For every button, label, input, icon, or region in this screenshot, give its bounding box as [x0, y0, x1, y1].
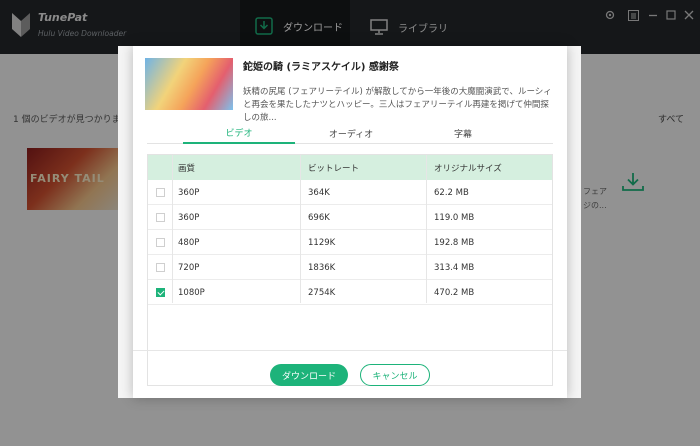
row-checkbox[interactable]	[156, 238, 165, 247]
row-size: 119.0 MB	[434, 212, 475, 223]
row-checkbox[interactable]	[156, 188, 165, 197]
header-size: オリジナルサイズ	[434, 163, 502, 174]
header-quality: 画質	[178, 163, 196, 174]
dialog-footer-divider	[133, 350, 567, 351]
row-checkbox[interactable]	[156, 263, 165, 272]
row-checkbox-checked[interactable]	[156, 288, 165, 297]
row-quality: 480P	[178, 237, 200, 248]
row-quality: 1080P	[178, 287, 205, 298]
row-quality: 360P	[178, 187, 200, 198]
column-divider	[300, 155, 301, 303]
episode-description: 妖精の尻尾 (フェアリーテイル) が解散してから一年後の大魔闘演武で、ルーシィと…	[243, 87, 552, 123]
table-header: 画質 ビットレート オリジナルサイズ	[148, 155, 552, 180]
episode-title: 鉈姫の騎 (ラミアスケイル) 感謝祭	[243, 62, 399, 73]
row-bitrate: 1836K	[308, 262, 336, 273]
row-quality: 360P	[178, 212, 200, 223]
media-tabs: ビデオ オーディオ 字幕	[147, 122, 553, 144]
row-checkbox[interactable]	[156, 213, 165, 222]
row-size: 62.2 MB	[434, 187, 469, 198]
column-divider	[426, 155, 427, 303]
download-button[interactable]: ダウンロード	[270, 364, 348, 386]
table-row[interactable]: 720P 1836K 313.4 MB	[148, 255, 552, 280]
cancel-button[interactable]: キャンセル	[360, 364, 430, 386]
row-bitrate: 696K	[308, 212, 330, 223]
row-bitrate: 2754K	[308, 287, 336, 298]
episode-thumbnail	[145, 58, 233, 110]
row-size: 192.8 MB	[434, 237, 475, 248]
table-row[interactable]: 360P 364K 62.2 MB	[148, 180, 552, 205]
tab-audio[interactable]: オーディオ	[295, 122, 407, 144]
row-quality: 720P	[178, 262, 200, 273]
row-size: 470.2 MB	[434, 287, 475, 298]
row-size: 313.4 MB	[434, 262, 475, 273]
tab-subtitles[interactable]: 字幕	[407, 122, 519, 144]
tab-video[interactable]: ビデオ	[183, 122, 295, 144]
quality-table: 画質 ビットレート オリジナルサイズ 360P 364K 62.2 MB 360…	[147, 154, 553, 386]
column-divider	[172, 155, 173, 303]
row-bitrate: 364K	[308, 187, 330, 198]
header-bitrate: ビットレート	[308, 163, 360, 174]
download-options-dialog: 鉈姫の騎 (ラミアスケイル) 感謝祭 妖精の尻尾 (フェアリーテイル) が解散し…	[133, 46, 567, 398]
row-bitrate: 1129K	[308, 237, 336, 248]
table-row[interactable]: 480P 1129K 192.8 MB	[148, 230, 552, 255]
table-row[interactable]: 1080P 2754K 470.2 MB	[148, 280, 552, 305]
table-row[interactable]: 360P 696K 119.0 MB	[148, 205, 552, 230]
